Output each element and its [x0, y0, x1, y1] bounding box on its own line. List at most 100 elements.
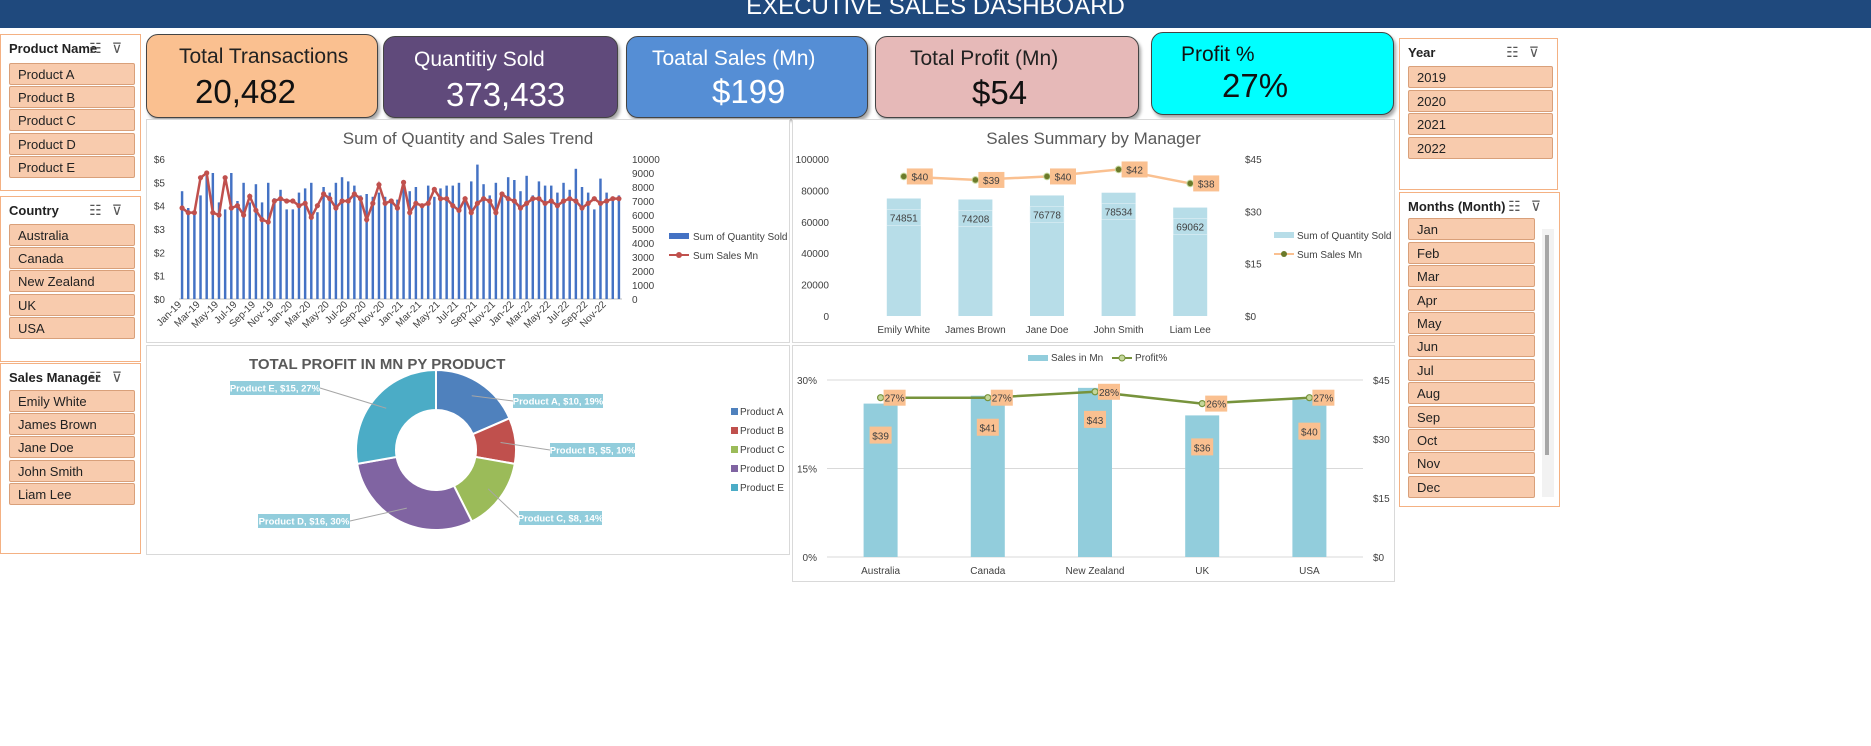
kpi-value: 27%: [1222, 67, 1289, 104]
month-slicer-scroll-thumb[interactable]: [1545, 235, 1549, 455]
x-tick-label: Australia: [861, 566, 900, 577]
slicer-item-product-e[interactable]: Product E: [9, 156, 135, 178]
slicer-item-jane-doe[interactable]: Jane Doe: [9, 436, 135, 458]
sales-point: [591, 196, 597, 202]
multi-select-icon[interactable]: ☷: [1506, 44, 1529, 60]
y-right-tick-label: 7000: [632, 197, 655, 208]
slicer-item-jun[interactable]: Jun: [1408, 335, 1535, 357]
kpi-quantity-sold: Quantitiy Sold 373,433: [383, 36, 618, 118]
slicer-item-may[interactable]: May: [1408, 312, 1535, 334]
quantity-bar: [513, 180, 516, 299]
kpi-total-transactions: Total Transactions 20,482: [146, 34, 378, 118]
country-chart-panel: 30% 15% 0% $45 $30 $15 $0 $39 Australia $41 Canada…: [792, 345, 1395, 582]
sales-point: [400, 179, 407, 185]
quantity-bar: [242, 182, 245, 299]
quantity-bar: [365, 194, 368, 299]
slicer-item-2022[interactable]: 2022: [1408, 137, 1553, 159]
slicer-item-2020[interactable]: 2020: [1408, 90, 1553, 112]
y-right-tick-label: 5000: [632, 225, 655, 236]
slicer-item-oct[interactable]: Oct: [1408, 429, 1535, 451]
y-left-tick-label: 15%: [797, 465, 817, 476]
quantity-bar: [402, 188, 405, 299]
slicer-item-liam-lee[interactable]: Liam Lee: [9, 483, 135, 505]
sales-point: [604, 198, 610, 204]
profit-donut-chart: Product A, $10, 19% Product B, $5, 10% Pro…: [230, 368, 784, 531]
y-left-tick-label: 60000: [801, 218, 829, 229]
x-tick-label: UK: [1195, 566, 1209, 577]
clear-filter-icon[interactable]: ⊽: [1531, 198, 1551, 214]
legend-label: Product D: [740, 464, 784, 475]
clear-filter-icon[interactable]: ⊽: [112, 202, 132, 218]
sales-point: [241, 212, 247, 218]
legend-label: Product B: [740, 426, 784, 437]
sales-point: [339, 198, 345, 204]
slicer-item-product-a[interactable]: Product A: [9, 63, 135, 85]
slicer-item-uk[interactable]: UK: [9, 294, 135, 316]
donut-data-label: Product A, $10, 19%: [513, 397, 604, 408]
line-data-label: $40: [911, 172, 928, 183]
quantity-bar: [593, 209, 596, 299]
slicer-item-nov[interactable]: Nov: [1408, 452, 1535, 474]
sales-point: [437, 196, 444, 202]
slicer-item-jan[interactable]: Jan: [1408, 218, 1535, 240]
slicer-item-2021[interactable]: 2021: [1408, 113, 1553, 135]
multi-select-icon[interactable]: ☷: [89, 202, 112, 218]
slicer-item-product-c[interactable]: Product C: [9, 109, 135, 131]
quantity-bar: [316, 212, 319, 299]
month-slicer: Months (Month) ☷⊽ Jan Feb Mar Apr May Ju…: [1399, 192, 1560, 507]
slicer-item-jul[interactable]: Jul: [1408, 359, 1535, 381]
y-left-tick-label: $6: [154, 155, 166, 166]
legend-label: Product E: [740, 483, 784, 494]
sales-point: [511, 198, 517, 204]
sales-point: [370, 200, 376, 206]
clear-filter-icon[interactable]: ⊽: [1529, 44, 1549, 60]
slicer-item-john-smith[interactable]: John Smith: [9, 460, 135, 482]
legend-marker-sales: [1281, 251, 1287, 257]
kpi-label: Total Profit (Mn): [910, 47, 1059, 70]
slicer-item-dec[interactable]: Dec: [1408, 476, 1535, 498]
sales-point: [425, 200, 431, 206]
slicer-item-feb[interactable]: Feb: [1408, 242, 1535, 264]
slicer-item-emily-white[interactable]: Emily White: [9, 390, 135, 412]
slicer-item-product-b[interactable]: Product B: [9, 86, 135, 108]
slicer-item-australia[interactable]: Australia: [9, 224, 135, 246]
x-tick-label: Liam Lee: [1170, 325, 1212, 336]
profit-donut-panel: TOTAL PROFIT IN MN PY PRODUCT Product A,…: [146, 345, 790, 555]
slicer-item-apr[interactable]: Apr: [1408, 289, 1535, 311]
slicer-item-aug[interactable]: Aug: [1408, 382, 1535, 404]
month-slicer-scrollbar[interactable]: [1542, 229, 1554, 497]
clear-filter-icon[interactable]: ⊽: [112, 40, 132, 56]
multi-select-icon[interactable]: ☷: [1508, 198, 1531, 214]
sales-point: [314, 203, 321, 209]
quantity-bar: [359, 195, 362, 299]
sales-point: [271, 198, 277, 204]
bar-data-label: 74208: [961, 214, 989, 225]
multi-select-icon[interactable]: ☷: [89, 40, 112, 56]
slicer-item-james-brown[interactable]: James Brown: [9, 413, 135, 435]
slicer-item-usa[interactable]: USA: [9, 317, 135, 339]
quantity-bar: [230, 173, 233, 299]
slicer-item-mar[interactable]: Mar: [1408, 265, 1535, 287]
quantity-bar: [457, 182, 461, 299]
quantity-bar: [445, 185, 448, 299]
legend-marker-sales: [676, 252, 682, 258]
sales-point: [284, 198, 290, 204]
bar-data-label: 76778: [1033, 210, 1061, 221]
sales-point: [357, 196, 364, 202]
quantity-bar: [556, 192, 559, 299]
quantity-bar: [266, 182, 270, 299]
slicer-item-product-d[interactable]: Product D: [9, 133, 135, 155]
slicer-item-2019[interactable]: 2019: [1408, 66, 1553, 88]
y-left-tick-label: $0: [154, 295, 166, 306]
slicer-item-sep[interactable]: Sep: [1408, 406, 1535, 428]
x-tick-label: Emily White: [877, 325, 930, 336]
slicer-item-canada[interactable]: Canada: [9, 247, 135, 269]
legend-label-quantity: Sum of Quantity Sold: [1297, 231, 1392, 242]
bar-data-label: 78534: [1105, 208, 1133, 219]
sales-point: [1043, 172, 1051, 181]
bar-data-label: $41: [979, 424, 996, 435]
quantity-bar: [506, 177, 510, 299]
clear-filter-icon[interactable]: ⊽: [112, 369, 132, 385]
multi-select-icon[interactable]: ☷: [89, 369, 112, 385]
slicer-item-new-zealand[interactable]: New Zealand: [9, 270, 135, 292]
